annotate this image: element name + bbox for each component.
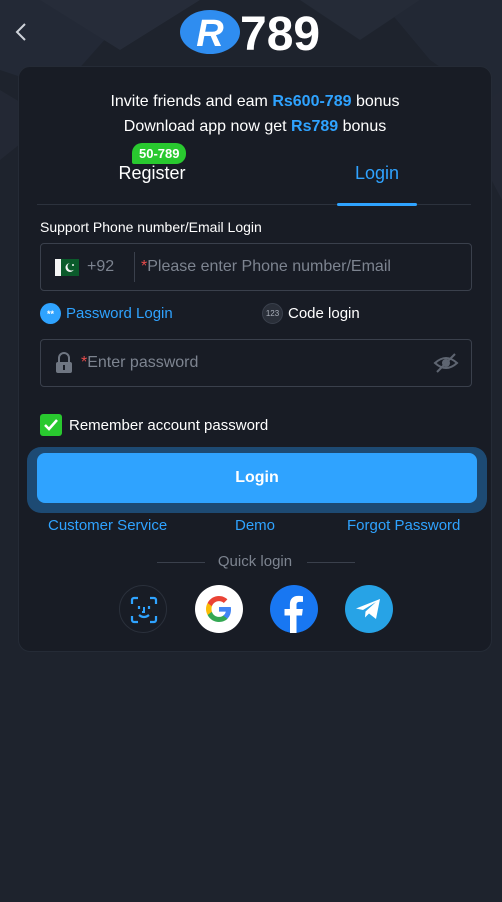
- customer-service-link[interactable]: Customer Service: [48, 517, 167, 534]
- password-input[interactable]: *Enter password: [81, 340, 198, 386]
- field-divider: [134, 252, 135, 282]
- quick-login-heading: Quick login: [19, 553, 491, 570]
- phone-email-field[interactable]: +92 *Please enter Phone number/Email: [40, 243, 472, 291]
- lock-icon: [56, 352, 72, 373]
- remember-checkbox[interactable]: [40, 414, 62, 436]
- promo-line-2-suffix: bonus: [338, 118, 387, 135]
- quick-login-divider-right: [307, 562, 355, 563]
- login-card: Invite friends and eam Rs600-789 bonus D…: [18, 66, 492, 652]
- promo-line-2-prefix: Download app now get: [123, 118, 292, 135]
- remember-label: Remember account password: [69, 416, 269, 434]
- promo-line-2: Download app now get Rs789 bonus: [19, 114, 491, 139]
- google-login-button[interactable]: [195, 585, 243, 633]
- support-label: Support Phone number/Email Login: [40, 219, 262, 235]
- header: R 789: [0, 0, 502, 62]
- password-login-option[interactable]: ** Password Login: [40, 303, 173, 324]
- google-icon: [206, 596, 231, 622]
- code-login-option[interactable]: 123 Code login: [262, 303, 360, 324]
- promo-line-1-amount: Rs600-789: [272, 93, 352, 110]
- promo-line-2-amount: Rs789: [291, 118, 339, 135]
- eye-off-icon[interactable]: [433, 351, 459, 375]
- quick-login-divider-left: [157, 562, 205, 563]
- face-id-login-button[interactable]: [119, 585, 167, 633]
- password-mode-icon: **: [40, 303, 61, 324]
- promo-line-1: Invite friends and eam Rs600-789 bonus: [19, 89, 491, 114]
- promo-text: Invite friends and eam Rs600-789 bonus D…: [19, 89, 491, 139]
- password-placeholder: Enter password: [87, 354, 199, 371]
- forgot-password-link[interactable]: Forgot Password: [347, 517, 460, 534]
- auth-tabs: Register Login: [37, 149, 471, 206]
- chevron-left-icon[interactable]: [10, 18, 34, 46]
- promo-line-1-prefix: Invite friends and eam: [110, 93, 273, 110]
- facebook-icon: [284, 595, 303, 633]
- auth-links: Customer Service Demo Forgot Password: [19, 517, 491, 537]
- telegram-icon: [356, 599, 380, 619]
- country-code[interactable]: +92: [87, 258, 114, 276]
- remember-password: Remember account password: [40, 414, 268, 436]
- login-button[interactable]: Login: [37, 453, 477, 503]
- logo: R 789: [180, 8, 320, 56]
- checkmark-icon: [44, 419, 58, 431]
- password-field[interactable]: *Enter password: [40, 339, 472, 387]
- phone-email-input[interactable]: *Please enter Phone number/Email: [141, 244, 461, 290]
- login-button-focus-ring: Login: [27, 447, 487, 513]
- register-bonus-badge: 50-789: [132, 143, 187, 164]
- logo-digits: 789: [240, 8, 320, 56]
- tab-register[interactable]: Register: [97, 163, 207, 205]
- facebook-login-button[interactable]: [270, 585, 318, 633]
- pakistan-flag-icon: [55, 259, 79, 276]
- phone-email-placeholder: Please enter Phone number/Email: [147, 258, 391, 275]
- face-id-icon: [130, 596, 158, 624]
- tab-login[interactable]: Login: [327, 163, 427, 206]
- promo-line-1-suffix: bonus: [351, 93, 400, 110]
- code-mode-icon: 123: [262, 303, 283, 324]
- login-mode-selector: ** Password Login 123 Code login: [40, 303, 472, 327]
- demo-link[interactable]: Demo: [235, 517, 275, 534]
- logo-letter: R: [196, 13, 224, 55]
- password-login-label: Password Login: [66, 305, 173, 322]
- code-login-label: Code login: [288, 305, 360, 322]
- quick-login-label: Quick login: [217, 553, 293, 570]
- telegram-login-button[interactable]: [345, 585, 393, 633]
